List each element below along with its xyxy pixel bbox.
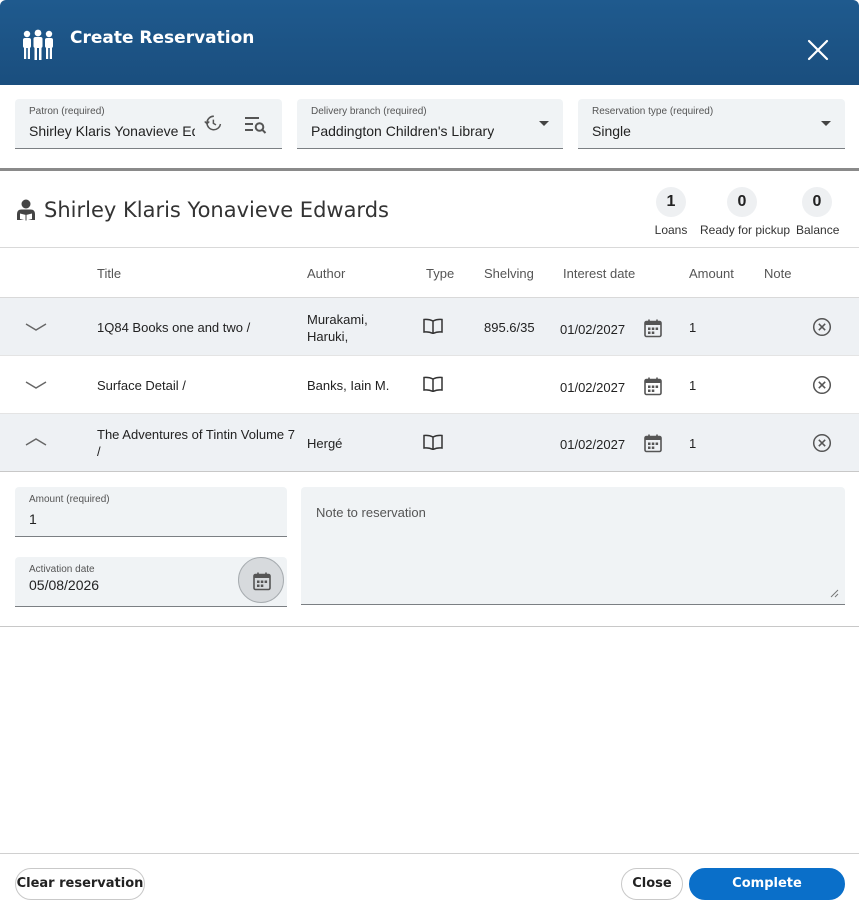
activation-date-picker-button[interactable] xyxy=(238,557,284,603)
clear-reservation-button[interactable]: Clear reservation xyxy=(15,868,145,900)
search-list-icon[interactable] xyxy=(244,116,268,134)
calendar-icon[interactable] xyxy=(643,433,663,453)
complete-reservation-button[interactable]: Complete reservation xyxy=(689,868,845,911)
row-title: 1Q84 Books one and two / xyxy=(97,320,251,335)
col-shelving[interactable]: Shelving xyxy=(484,266,534,281)
table-row: Surface Detail / Banks, Iain M. 01/02/20… xyxy=(0,356,859,414)
row-title: The Adventures of Tintin Volume 7 / xyxy=(97,427,296,459)
col-note[interactable]: Note xyxy=(764,266,791,281)
user-reading-icon xyxy=(17,199,35,221)
remove-circle-icon[interactable] xyxy=(812,433,832,453)
row-author: Murakami, Haruki, xyxy=(307,312,368,344)
dialog-title: Create Reservation xyxy=(70,28,255,48)
row-shelving: 895.6/35 xyxy=(484,320,535,335)
loans-count: 1 xyxy=(656,187,686,217)
note-placeholder: Note to reservation xyxy=(316,505,426,520)
chevron-down-icon[interactable] xyxy=(25,379,47,391)
row-interest-date[interactable]: 01/02/2027 xyxy=(560,322,625,337)
col-interest-date[interactable]: Interest date xyxy=(563,266,635,281)
table-header: Title Author Type Shelving Interest date… xyxy=(0,248,859,298)
delivery-branch-select[interactable]: Delivery branch (required) Paddington Ch… xyxy=(297,99,563,149)
loans-stat: 1 Loans xyxy=(651,187,691,237)
row-amount: 1 xyxy=(689,378,697,393)
amount-field-label: Amount (required) xyxy=(29,494,110,505)
remove-circle-icon[interactable] xyxy=(812,317,832,337)
row-interest-date[interactable]: 01/02/2027 xyxy=(560,437,625,452)
calendar-icon[interactable] xyxy=(643,318,663,338)
row-title: Surface Detail / xyxy=(97,378,186,393)
patron-name: Shirley Klaris Yonavieve Edwards xyxy=(44,198,389,222)
book-icon xyxy=(423,434,443,450)
chevron-up-icon[interactable] xyxy=(25,436,47,448)
table-row: 1Q84 Books one and two / Murakami, Haruk… xyxy=(0,298,859,356)
loans-label: Loans xyxy=(654,223,688,237)
row-interest-date[interactable]: 01/02/2027 xyxy=(560,380,625,395)
ready-pickup-count: 0 xyxy=(727,187,757,217)
chevron-down-icon xyxy=(539,121,549,126)
row-author: Banks, Iain M. xyxy=(307,378,390,393)
chevron-down-icon xyxy=(821,121,831,126)
reservation-type-value: Single xyxy=(592,123,631,139)
ready-pickup-label: Ready for pickup xyxy=(700,223,791,237)
amount-field-value: 1 xyxy=(29,511,37,527)
footer-divider xyxy=(0,853,859,854)
table-row: The Adventures of Tintin Volume 7 / Herg… xyxy=(0,414,859,472)
col-amount[interactable]: Amount xyxy=(689,266,734,281)
amount-field[interactable]: Amount (required) 1 xyxy=(15,487,287,537)
close-icon[interactable] xyxy=(806,38,830,62)
col-title[interactable]: Title xyxy=(97,266,121,281)
close-button[interactable]: Close xyxy=(621,868,683,900)
chevron-down-icon[interactable] xyxy=(25,321,47,333)
row-amount: 1 xyxy=(689,320,697,335)
reservation-type-select[interactable]: Reservation type (required) Single xyxy=(578,99,845,149)
balance-stat: 0 Balance xyxy=(796,187,840,237)
dialog-header: Create Reservation xyxy=(0,0,859,85)
delivery-branch-value: Paddington Children's Library xyxy=(311,123,495,139)
reservation-type-label: Reservation type (required) xyxy=(592,106,714,117)
activation-date-label: Activation date xyxy=(29,564,95,575)
row-author: Hergé xyxy=(307,436,343,451)
note-textarea[interactable]: Note to reservation xyxy=(301,487,845,605)
patron-field-label: Patron (required) xyxy=(29,106,105,117)
calendar-icon[interactable] xyxy=(643,376,663,396)
patron-field-value: Shirley Klaris Yonavieve Edwards xyxy=(29,123,195,139)
delivery-branch-label: Delivery branch (required) xyxy=(311,106,427,117)
calendar-icon xyxy=(253,572,271,591)
patron-field[interactable]: Patron (required) Shirley Klaris Yonavie… xyxy=(15,99,282,149)
book-icon xyxy=(423,318,443,334)
people-logo-icon xyxy=(23,29,53,60)
col-author[interactable]: Author xyxy=(307,266,345,281)
col-type[interactable]: Type xyxy=(426,266,454,281)
balance-count: 0 xyxy=(802,187,832,217)
resize-handle-icon[interactable] xyxy=(830,589,839,598)
balance-label: Balance xyxy=(796,223,840,237)
activation-date-value: 05/08/2026 xyxy=(29,577,100,593)
reservation-detail-panel: Amount (required) 1 Activation date 05/0… xyxy=(0,471,859,627)
row-amount: 1 xyxy=(689,436,697,451)
remove-circle-icon[interactable] xyxy=(812,375,832,395)
ready-pickup-stat: 0 Ready for pickup xyxy=(700,187,791,237)
patron-summary: Shirley Klaris Yonavieve Edwards 1 Loans… xyxy=(0,171,859,248)
book-icon xyxy=(423,376,443,392)
history-icon[interactable] xyxy=(204,114,222,132)
